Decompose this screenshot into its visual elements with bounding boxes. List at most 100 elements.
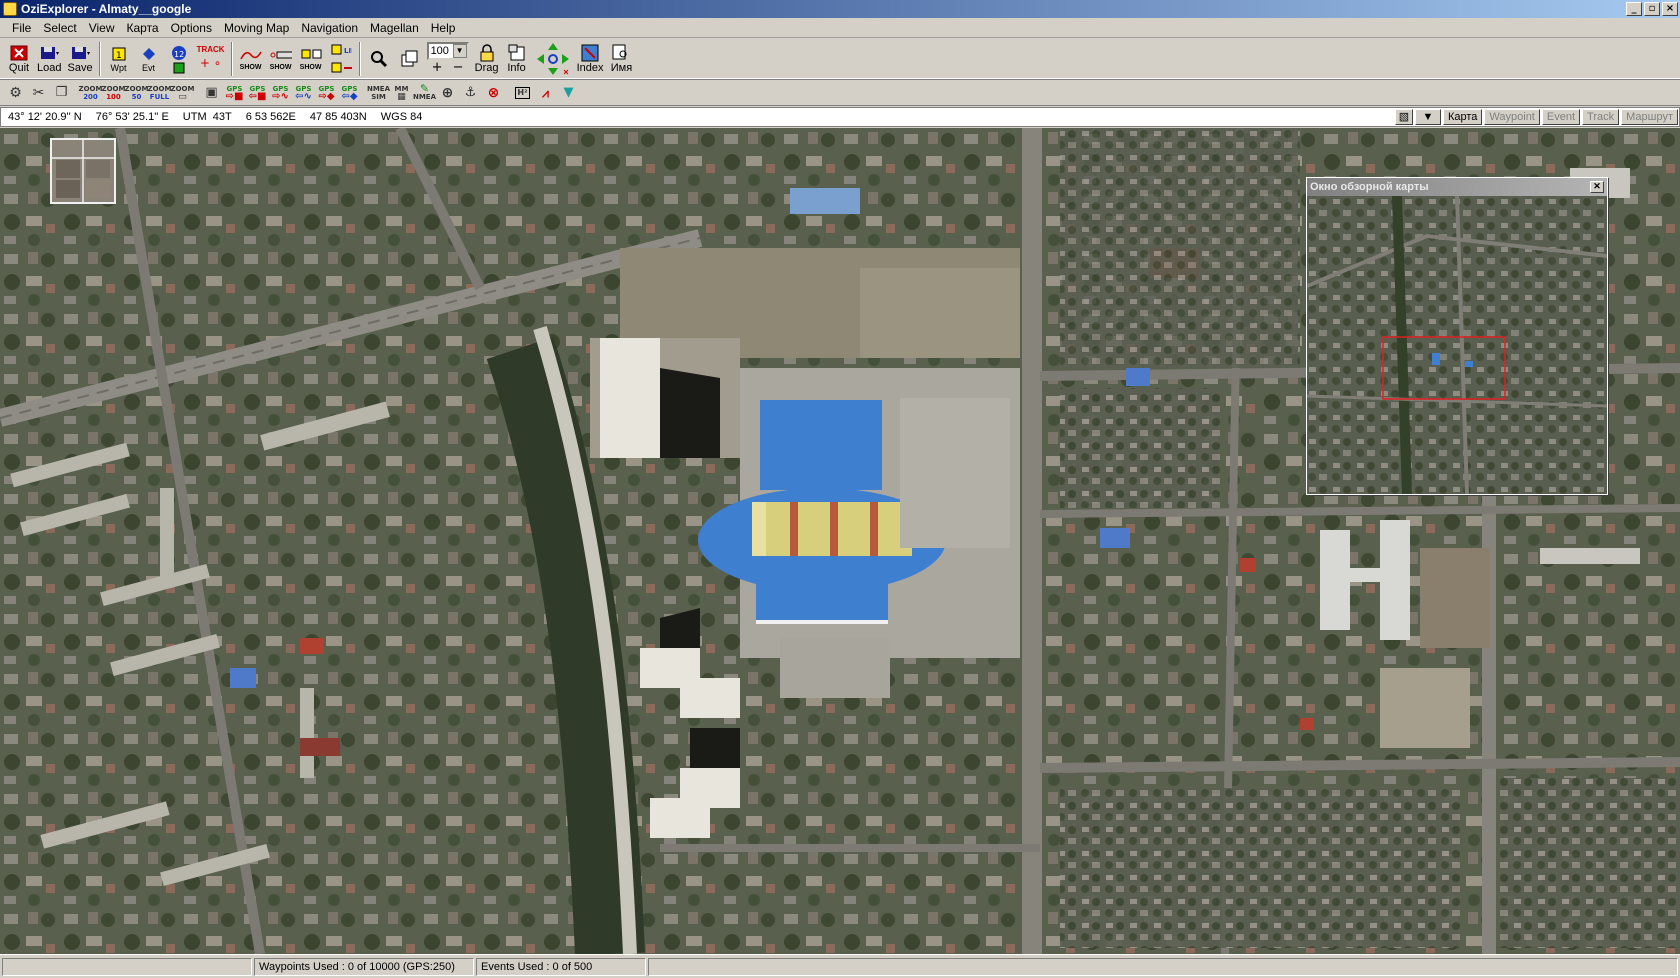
zoom-100-button[interactable]: ZOOM 100	[102, 82, 126, 104]
drag-button[interactable]: Drag	[472, 40, 502, 78]
zoom-full-label-top: ZOOM	[147, 84, 172, 93]
show-events-button[interactable]: SHOW	[296, 40, 326, 78]
info-icon	[506, 44, 528, 62]
close-button[interactable]: ×	[1662, 2, 1678, 16]
overview-title-bar[interactable]: Окно обзорной карты ✕	[1307, 178, 1607, 196]
zoom-level-select[interactable]: 100 ▼	[426, 42, 469, 60]
menu-file[interactable]: File	[6, 19, 37, 37]
map-copy-button[interactable]: ❐	[50, 82, 73, 104]
move-map-button[interactable]	[532, 40, 574, 78]
menu-options[interactable]: Options	[165, 19, 218, 37]
stop-button[interactable]: ⊗	[482, 82, 505, 104]
tools-button[interactable]: ✂	[27, 82, 50, 104]
zoom-200-button[interactable]: ZOOM 200	[79, 82, 103, 104]
tab-event[interactable]: Event	[1541, 109, 1581, 125]
quit-icon	[8, 44, 30, 62]
menu-help[interactable]: Help	[425, 19, 462, 37]
gps-setup-icon: ⚙	[9, 84, 22, 101]
easting-readout: 6 53 562E	[245, 111, 296, 123]
track-button[interactable]: TRACK + ∘	[194, 40, 228, 78]
gps-route-button[interactable]: GPS ⇨◆	[315, 82, 338, 104]
overview-map-window[interactable]: Окно обзорной карты ✕	[1306, 177, 1608, 495]
tab-route[interactable]: Маршрут	[1621, 109, 1678, 125]
overview-close-button[interactable]: ✕	[1590, 181, 1604, 193]
menu-view[interactable]: View	[83, 19, 121, 37]
waypoint-button[interactable]: 1 Wpt	[104, 40, 134, 78]
nmea-sim-button[interactable]: NMEA SIM	[367, 82, 390, 104]
gps-connect-button[interactable]: ▣	[200, 82, 223, 104]
name-button[interactable]: Имя	[606, 40, 636, 78]
height-profile-button[interactable]: H²	[511, 82, 534, 104]
menu-select[interactable]: Select	[37, 19, 82, 37]
zoom-full-button[interactable]: ZOOM FULL	[147, 82, 172, 104]
graph-icon: ⩘	[542, 85, 549, 100]
gps-download-waypoints-button[interactable]: GPS ⇦■	[246, 82, 269, 104]
gps-route-download-button[interactable]: GPS ⇦◆	[338, 82, 361, 104]
anchor-button[interactable]: ⚓	[459, 82, 482, 104]
map-image-button[interactable]: ▧	[1394, 109, 1413, 125]
nmea-button[interactable]: ✎ NMEA	[413, 82, 436, 104]
zoom-50-label-top: ZOOM	[124, 84, 149, 93]
route-button[interactable]: 12	[164, 40, 194, 78]
tab-map[interactable]: Карта	[1442, 109, 1483, 125]
show-waypoints-button[interactable]: SHOW	[266, 40, 296, 78]
minimize-button[interactable]: _	[1626, 2, 1642, 16]
load-icon	[38, 44, 60, 62]
menu-moving-map[interactable]: Moving Map	[218, 19, 295, 37]
zoom-button[interactable]: ZOOM ▭	[171, 82, 195, 104]
track-line-icon	[239, 46, 262, 64]
filter-button[interactable]: ▼	[557, 82, 580, 104]
utm-zone-readout: UTM 43T	[182, 111, 232, 123]
zoom-50-button[interactable]: ZOOM 50	[124, 82, 149, 104]
chevron-down-icon[interactable]: ▼	[452, 44, 467, 58]
map-tile-preview[interactable]	[50, 138, 116, 204]
zoom-full-label-bottom: FULL	[149, 92, 170, 101]
quit-button[interactable]: Quit	[4, 40, 34, 78]
menu-map[interactable]: Карта	[121, 19, 165, 37]
event-button[interactable]: Evt	[134, 40, 164, 78]
tab-waypoint[interactable]: Waypoint	[1484, 109, 1540, 125]
zoom-area-icon: ▭	[178, 91, 187, 102]
datum-readout: WGS 84	[380, 111, 423, 123]
line-button[interactable]: LINE	[326, 40, 356, 78]
northing-readout: 47 85 403N	[309, 111, 367, 123]
show-track-button[interactable]: SHOW	[236, 40, 266, 78]
tools-icon: ✂	[32, 84, 45, 101]
nmea-label: NMEA	[412, 92, 437, 101]
zoom-200-label-bottom: 200	[83, 92, 98, 101]
tab-track[interactable]: Track	[1582, 109, 1620, 125]
zoom-in-icon[interactable]: +	[432, 60, 443, 75]
restore-button[interactable]: ▫	[1644, 2, 1660, 16]
graph-button[interactable]: ⩘	[534, 82, 557, 104]
save-map-button[interactable]: ▼	[1414, 109, 1441, 125]
gps-upload-track-button[interactable]: GPS ⇨∿	[269, 82, 292, 104]
moving-map-button[interactable]: MM ▦	[390, 82, 413, 104]
zoom-out-icon[interactable]: −	[453, 60, 464, 75]
lock-icon	[476, 43, 498, 62]
quit-label: Quit	[8, 61, 30, 74]
menu-navigation[interactable]: Navigation	[295, 19, 364, 37]
save-button[interactable]: Save	[64, 40, 95, 78]
load-button[interactable]: Load	[34, 40, 64, 78]
window-title: OziExplorer - Almaty__google	[21, 2, 192, 16]
gps-upload-waypoints-button[interactable]: GPS ⇨■	[223, 82, 246, 104]
gps-download-track-button[interactable]: GPS ⇦∿	[292, 82, 315, 104]
name-label: Имя	[610, 61, 633, 74]
overview-map-image[interactable]	[1307, 196, 1607, 494]
h2-label: H²	[515, 86, 530, 99]
waypoints-status: Waypoints Used : 0 of 10000 (GPS:250)	[254, 957, 474, 976]
info-button[interactable]: Info	[502, 40, 532, 78]
drag-label: Drag	[474, 61, 499, 74]
four-arrows-icon	[535, 41, 571, 77]
pages-button[interactable]	[394, 40, 424, 78]
pages-icon	[398, 50, 420, 68]
index-button[interactable]: Index	[574, 40, 607, 78]
toolbar-separator	[98, 41, 101, 76]
gps-setup-button[interactable]: ⚙	[4, 82, 27, 104]
zoom-100-label-bottom: 100	[106, 92, 121, 101]
zoom-tool-button[interactable]	[364, 40, 394, 78]
center-button[interactable]: ⊕	[436, 82, 459, 104]
map-image-icon: ▧	[1398, 111, 1410, 123]
menu-magellan[interactable]: Magellan	[364, 19, 425, 37]
track-arrow-icon: ⇨∿	[272, 90, 289, 102]
